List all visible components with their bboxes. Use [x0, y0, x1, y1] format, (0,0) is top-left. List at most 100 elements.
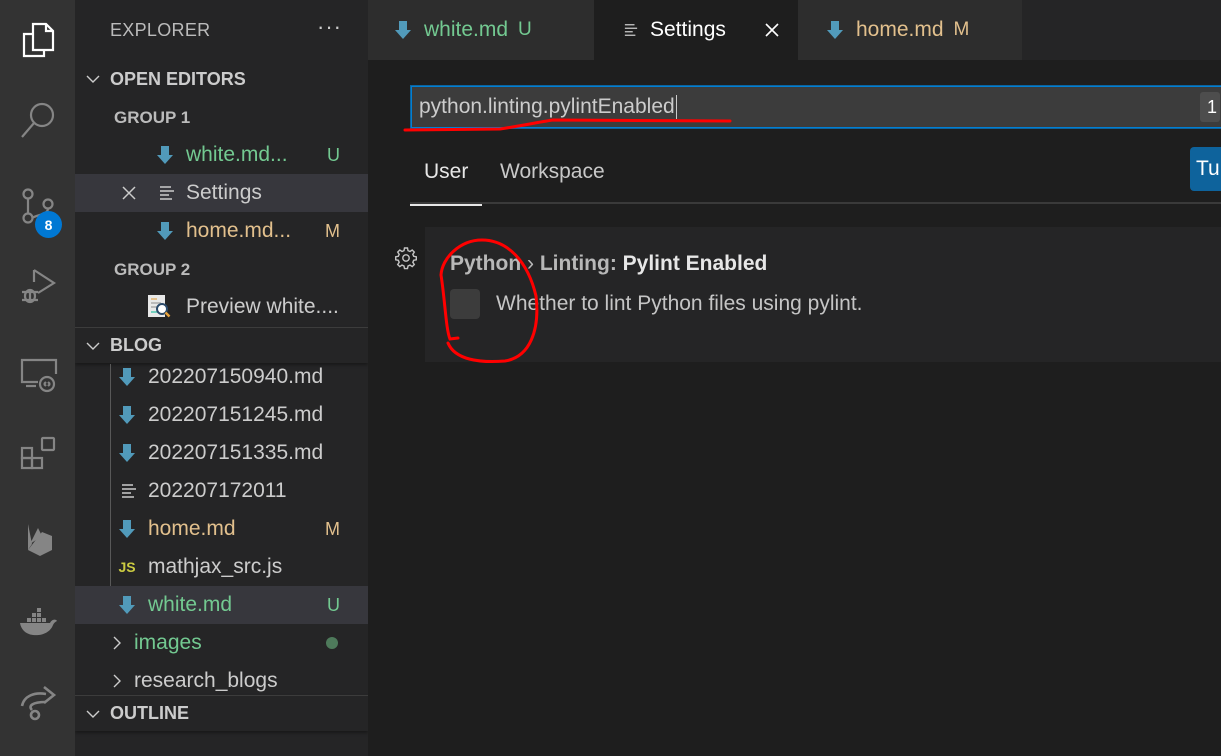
file-name: Settings — [186, 181, 262, 204]
activity-remote-explorer[interactable] — [0, 340, 75, 408]
markdown-icon — [155, 144, 175, 166]
turn-on-settings-sync-button[interactable]: Tu — [1190, 147, 1221, 191]
tab-label: Settings — [650, 18, 726, 41]
markdown-icon — [117, 442, 137, 464]
files-icon — [22, 22, 54, 58]
setting-category: Python — [450, 252, 522, 275]
file-name: 202207150940.md — [148, 365, 324, 388]
file-name: white.md... — [186, 143, 288, 166]
tab-label: white.md — [424, 18, 509, 41]
group-1-label: GROUP 1 — [114, 108, 191, 127]
open-editor-item[interactable]: white.md... U — [75, 136, 368, 174]
tab-git-status: M — [953, 19, 970, 40]
blog-label: BLOG — [110, 335, 162, 355]
chevron-down-icon — [75, 71, 110, 87]
close-icon[interactable] — [121, 185, 137, 201]
settings-search-input[interactable]: python.linting.pylintEnabled — [410, 85, 1221, 129]
file-item[interactable]: 202207151335.md — [75, 434, 368, 472]
markdown-icon — [117, 594, 137, 616]
tab-user[interactable]: User — [409, 160, 483, 206]
activity-search[interactable] — [0, 86, 75, 154]
markdown-icon — [394, 20, 412, 40]
folder-name: images — [134, 631, 202, 654]
file-name: home.md — [148, 517, 236, 540]
folder-item[interactable]: images — [75, 624, 368, 662]
modified-dot-indicator — [326, 637, 338, 649]
setting-subcategory: Linting: — [539, 252, 623, 275]
file-name: 202207151245.md — [148, 403, 324, 426]
git-status-untracked: U — [327, 144, 340, 165]
activity-explorer[interactable] — [0, 6, 75, 74]
search-value: python.linting.pylintEnabled — [419, 95, 675, 118]
remote-explorer-icon — [20, 358, 57, 393]
activity-bar: 8 — [0, 0, 75, 756]
markdown-icon — [117, 366, 137, 388]
activity-source-control[interactable]: 8 — [0, 172, 75, 240]
file-name: mathjax_src.js — [148, 555, 283, 578]
tab-home-md[interactable]: home.md M — [798, 0, 1022, 60]
more-actions-button[interactable]: ··· — [317, 14, 342, 40]
settings-scope-tabs: User Workspace — [409, 144, 1221, 206]
file-item[interactable]: 202207150940.md — [75, 358, 368, 396]
editor-tabs: white.md U Settings home.md M — [368, 0, 1221, 60]
chevron-right-icon — [107, 632, 127, 654]
setting-title: Python › Linting: Pylint Enabled — [450, 252, 767, 276]
source-control-badge: 8 — [35, 211, 62, 238]
markdown-icon — [826, 20, 844, 40]
preview-icon — [147, 294, 173, 320]
folder-name: research_blogs — [134, 669, 278, 692]
tab-workspace[interactable]: Workspace — [500, 160, 605, 204]
vscode-window: 8 EXPLORER ··· OPEN EDITORS GROUP 1 whit… — [0, 0, 1221, 756]
docker-icon — [19, 608, 57, 636]
outline-header[interactable]: OUTLINE — [75, 695, 368, 731]
text-cursor — [675, 95, 677, 119]
chevron-down-icon — [75, 338, 110, 354]
js-icon: JS — [118, 559, 136, 575]
activity-firebase[interactable] — [0, 504, 75, 572]
activity-extensions[interactable] — [0, 420, 75, 488]
git-status-untracked: U — [327, 594, 340, 615]
file-item-selected[interactable]: white.md U — [75, 586, 368, 624]
open-editor-item-selected[interactable]: Settings — [75, 174, 368, 212]
markdown-icon — [117, 518, 137, 540]
activity-docker[interactable] — [0, 588, 75, 656]
live-share-icon — [20, 685, 56, 721]
tab-label: home.md — [856, 18, 944, 41]
settings-lines-icon — [157, 182, 177, 204]
search-icon — [20, 102, 54, 138]
activity-run-debug[interactable] — [0, 252, 75, 320]
activity-live-share[interactable] — [0, 668, 75, 736]
explorer-title: EXPLORER — [110, 20, 211, 40]
group-2-label: GROUP 2 — [114, 260, 191, 279]
tab-white-md[interactable]: white.md U — [368, 0, 594, 60]
file-item[interactable]: 202207151245.md — [75, 396, 368, 434]
file-item[interactable]: 202207172011 — [75, 472, 368, 510]
settings-editor: python.linting.pylintEnabled 1 User Work… — [368, 60, 1221, 756]
close-icon[interactable] — [764, 22, 780, 38]
markdown-icon — [155, 220, 175, 242]
tab-settings[interactable]: Settings — [594, 0, 798, 60]
result-count-badge: 1 — [1200, 92, 1220, 122]
firebase-icon — [27, 524, 52, 556]
markdown-icon — [117, 404, 137, 426]
open-editors-label: OPEN EDITORS — [110, 68, 246, 89]
open-editor-item[interactable]: home.md... M — [75, 212, 368, 250]
chevron-down-icon — [75, 706, 110, 722]
setting-separator: › — [521, 252, 540, 275]
settings-lines-icon — [624, 22, 638, 38]
setting-item-pylint-enabled: Python › Linting: Pylint Enabled Whether… — [425, 227, 1221, 362]
setting-name: Pylint Enabled — [622, 252, 768, 275]
file-item[interactable]: home.md M — [75, 510, 368, 548]
open-editors-header[interactable]: OPEN EDITORS — [75, 61, 368, 97]
setting-description: Whether to lint Python files using pylin… — [496, 292, 863, 315]
file-name: home.md... — [186, 219, 292, 242]
text-lines-icon — [119, 480, 139, 502]
pylint-enabled-checkbox[interactable] — [450, 289, 480, 319]
file-name: white.md — [148, 593, 233, 616]
open-editor-item[interactable]: Preview white.... — [75, 288, 368, 326]
file-item[interactable]: JS mathjax_src.js — [75, 548, 368, 586]
tab-git-status: U — [518, 19, 532, 40]
extensions-icon — [20, 436, 55, 470]
gear-icon[interactable] — [394, 246, 418, 270]
debug-icon — [21, 269, 56, 304]
